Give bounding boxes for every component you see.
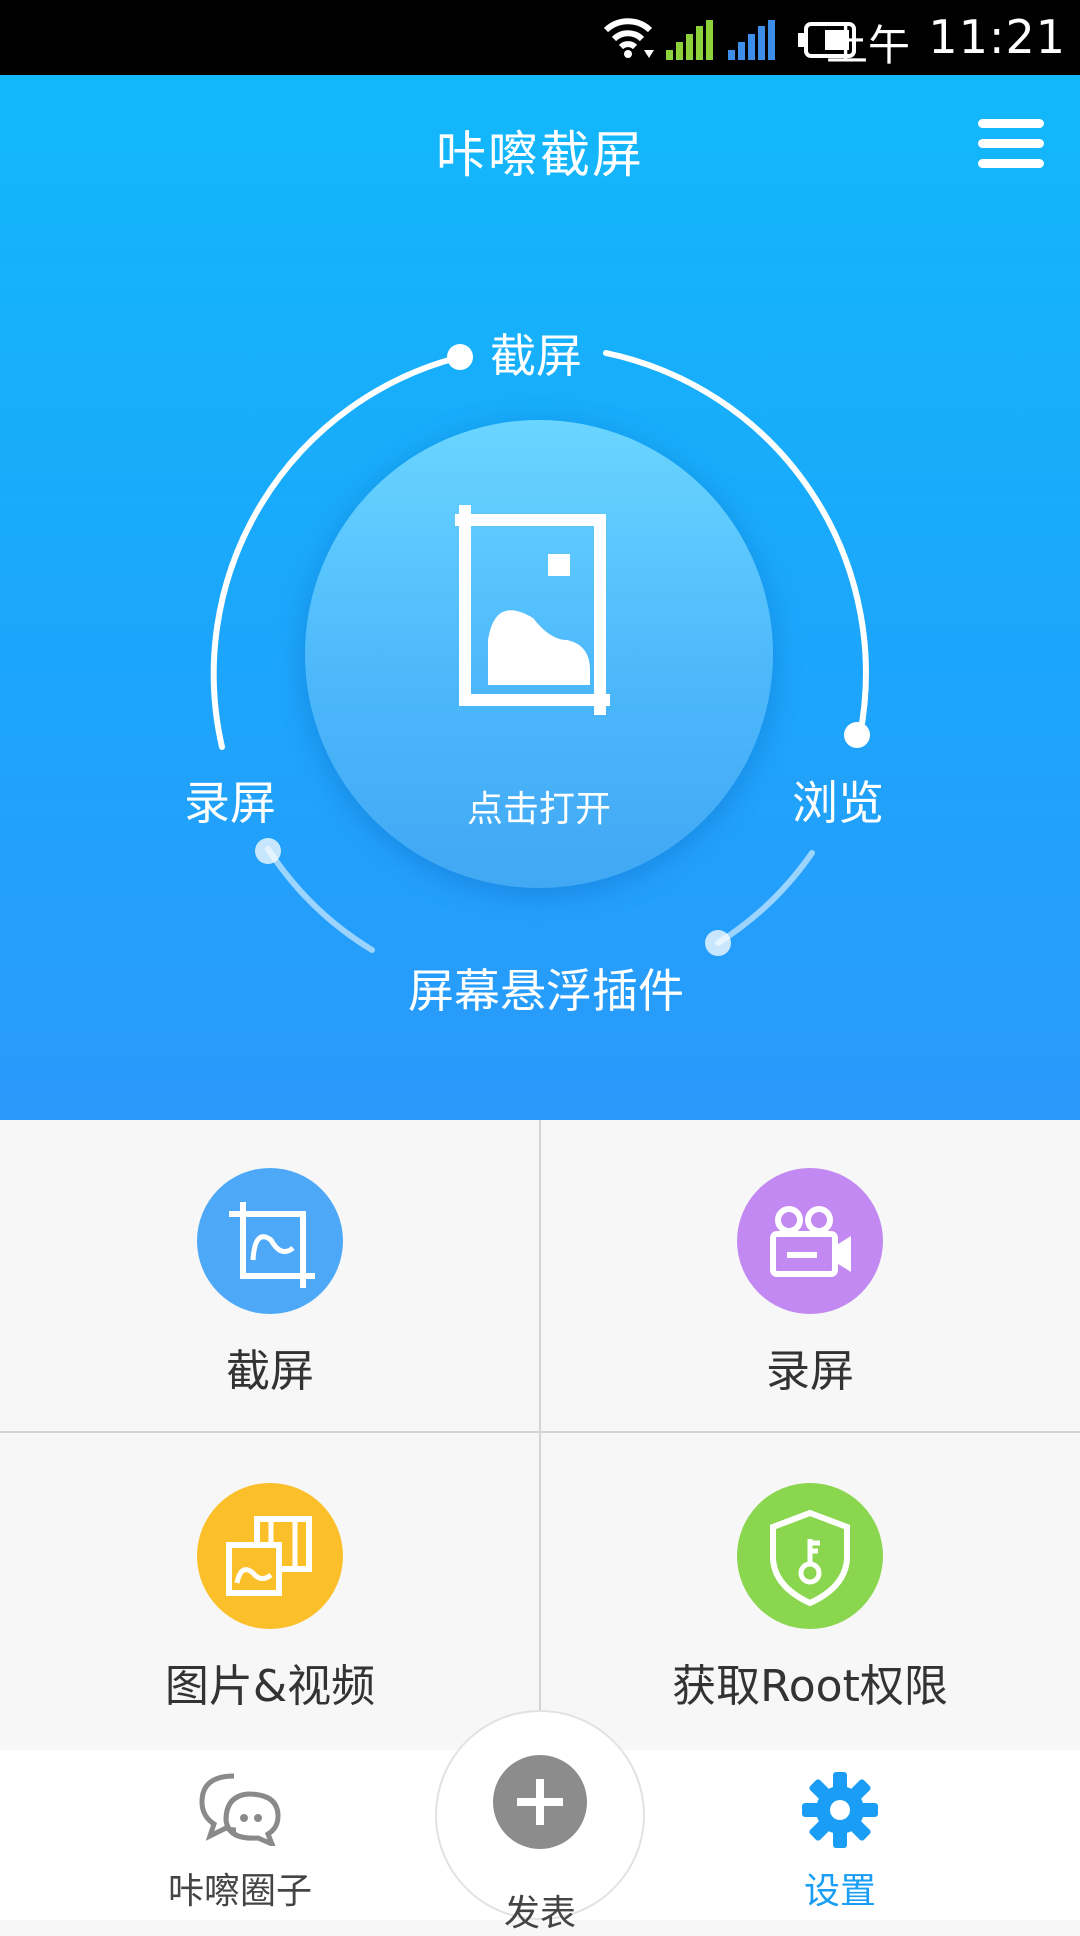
feature-root[interactable]: 获取Root权限 [540, 1435, 1080, 1750]
signal-icon [728, 20, 775, 60]
grid-divider-horizontal [0, 1431, 1080, 1433]
crop-icon [197, 1168, 343, 1314]
hero-panel: 咔嚓截屏 截屏 录屏 浏览 屏幕悬浮插件 点击打开 [0, 75, 1080, 1120]
wifi-icon [603, 18, 654, 58]
gear-icon [802, 1772, 878, 1848]
signal-icon [666, 20, 713, 60]
tab-label: 设置 [803, 1871, 876, 1912]
status-time: 11:21 [928, 10, 1066, 64]
feature-label: 截屏 [226, 1346, 314, 1397]
grid-divider-vertical [539, 1120, 541, 1750]
ring-label-browse[interactable]: 浏览 [792, 767, 884, 833]
gallery-icon [197, 1483, 343, 1629]
feature-label: 获取Root权限 [672, 1661, 948, 1712]
feature-screenshot[interactable]: 截屏 [0, 1120, 540, 1435]
tab-label: 咔嚓圈子 [167, 1871, 312, 1912]
tab-settings[interactable]: 设置 [730, 1750, 950, 1920]
feature-gallery[interactable]: 图片&视频 [0, 1435, 540, 1750]
tab-label-post: 发表 [503, 1893, 576, 1934]
ring-label-screenshot[interactable]: 截屏 [490, 320, 582, 386]
chat-bubbles-icon [199, 1773, 281, 1846]
feature-label: 图片&视频 [164, 1661, 376, 1712]
status-ampm: 上午 [825, 21, 910, 70]
status-bar: 上午 11:21 [0, 0, 1080, 75]
shield-key-icon [737, 1483, 883, 1629]
feature-label: 录屏 [766, 1346, 854, 1397]
ring-label-floating-plugin[interactable]: 屏幕悬浮插件 [408, 955, 684, 1021]
crop-image-icon [455, 505, 610, 715]
tab-circle[interactable]: 咔嚓圈子 [140, 1750, 340, 1920]
open-label: 点击打开 [466, 789, 611, 830]
post-button[interactable] [493, 1755, 587, 1849]
video-camera-icon [737, 1168, 883, 1314]
open-capture-button[interactable]: 点击打开 [305, 420, 773, 888]
plus-icon [517, 1779, 563, 1825]
ring-label-record[interactable]: 录屏 [184, 767, 276, 833]
feature-record[interactable]: 录屏 [540, 1120, 1080, 1435]
